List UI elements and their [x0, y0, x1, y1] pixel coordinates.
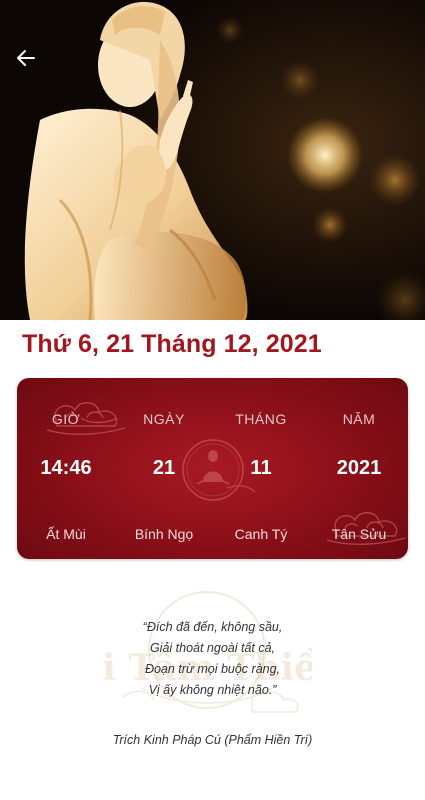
hero-image	[0, 0, 425, 320]
statue-photo	[0, 0, 425, 320]
year-column: NĂM 2021 Tân Sửu	[310, 378, 408, 559]
quote-block: Di Tâm Thiền “Đích đã đến, không sầu, Gi…	[0, 588, 425, 728]
calendar-card: GIỜ 14:46 Ất Mùi NGÀY 21 Bính Ngọ THÁNG …	[17, 378, 408, 559]
quote-line: Vị ấy không nhiệt não.”	[148, 683, 277, 697]
day-label: NGÀY	[143, 411, 185, 427]
hour-label: GIỜ	[51, 411, 81, 427]
year-value: 2021	[336, 457, 382, 479]
hour-value: 14:46	[40, 457, 92, 479]
month-can-chi: Canh Tý	[234, 526, 288, 542]
month-label: THÁNG	[235, 411, 287, 427]
month-column: THÁNG 11 Canh Tý	[212, 378, 310, 559]
year-can-chi: Tân Sửu	[331, 526, 387, 542]
date-title: Thứ 6, 21 Tháng 12, 2021	[22, 330, 322, 358]
hour-can-chi: Ất Mùi	[46, 526, 86, 542]
watermark-logo-icon: Di Tâm Thiền	[102, 591, 312, 713]
year-label: NĂM	[342, 411, 376, 427]
quote-line: “Đích đã đến, không sầu,	[142, 620, 283, 634]
quote-line: Đoạn trừ mọi buộc ràng,	[144, 662, 281, 676]
day-can-chi: Bính Ngọ	[134, 526, 194, 542]
hour-column: GIỜ 14:46 Ất Mùi	[17, 378, 115, 559]
arrow-left-icon	[17, 50, 35, 66]
back-button[interactable]	[10, 42, 42, 74]
quote-line: Giải thoát ngoài tất cả,	[149, 641, 276, 655]
day-column: NGÀY 21 Bính Ngọ	[115, 378, 213, 559]
month-value: 11	[250, 457, 272, 479]
day-value: 21	[152, 457, 176, 479]
quote-source: Trích Kinh Pháp Cú (Phẩm Hiền Trí)	[112, 733, 313, 747]
